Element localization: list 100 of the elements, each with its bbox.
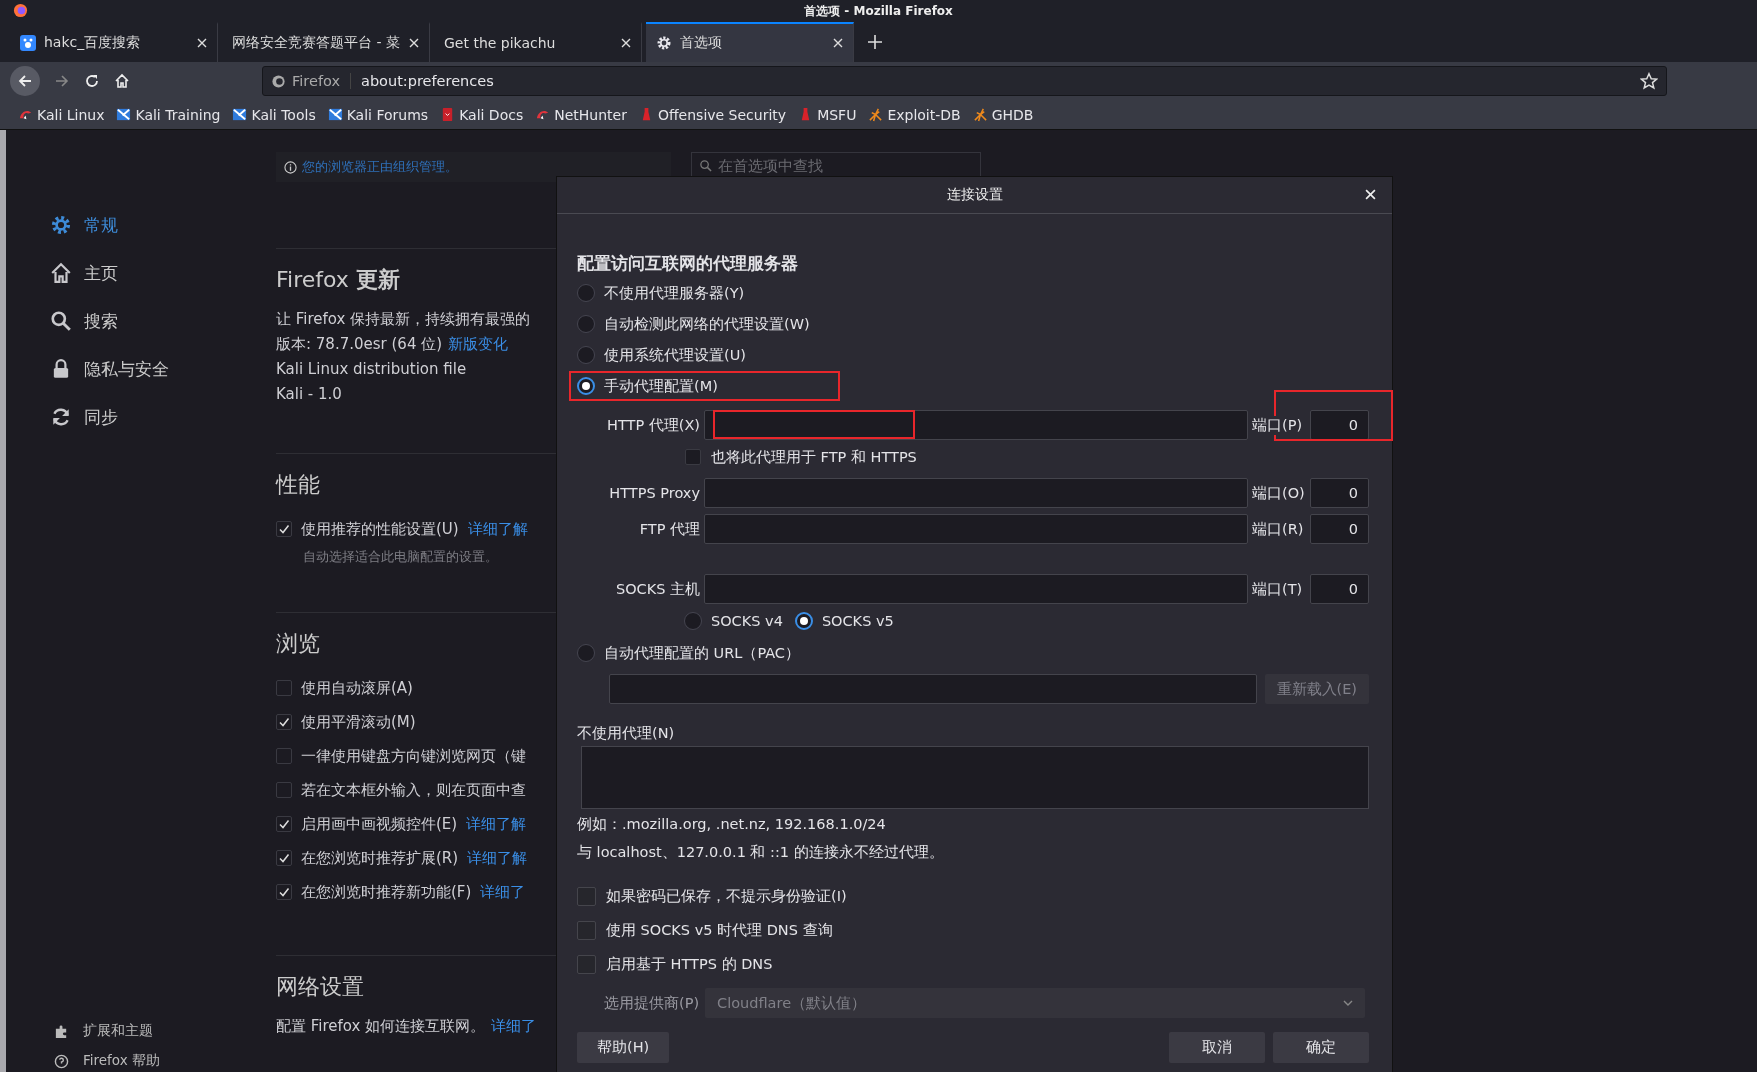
checkbox-label: 在您浏览时推荐扩展(R): [301, 848, 459, 868]
bookmark-item[interactable]: Offensive Security: [638, 106, 787, 123]
field-label: 端口(O): [1252, 483, 1306, 503]
sidebar-item[interactable]: 搜索: [50, 306, 276, 336]
field-label: HTTP 代理(X): [606, 415, 700, 435]
bookmark-item[interactable]: NetHunter: [535, 106, 627, 123]
section-heading: Firefox 更新: [276, 266, 401, 294]
field-label: 选用提供商(P): [604, 993, 700, 1013]
input-field[interactable]: [704, 478, 1248, 508]
port-field[interactable]: 0: [1310, 574, 1369, 604]
info-text: Kali Linux distribution file: [276, 359, 467, 380]
checkbox-label: 启用基于 HTTPS 的 DNS: [606, 955, 773, 974]
info-text: Kali - 1.0: [276, 384, 342, 405]
learn-more-link[interactable]: 详细了解: [467, 848, 528, 868]
close-icon[interactable]: [409, 38, 419, 48]
radio-button[interactable]: [577, 377, 595, 395]
checkbox[interactable]: [685, 449, 701, 465]
port-field[interactable]: 0: [1310, 410, 1369, 440]
bookmark-item[interactable]: Kali Docs: [440, 106, 524, 123]
close-icon[interactable]: [197, 38, 207, 48]
spider-icon: [868, 107, 884, 122]
cancel-button[interactable]: 取消: [1169, 1032, 1265, 1063]
home-icon: [50, 262, 72, 284]
bookmark-item[interactable]: Kali Training: [116, 106, 221, 123]
hint-text: 自动选择适合此电脑配置的设置。: [302, 548, 499, 566]
checkbox-label: 启用画中画视频控件(E): [301, 814, 458, 834]
dialog-title: 连接设置: [946, 186, 1003, 204]
port-field[interactable]: 0: [1310, 514, 1369, 544]
checkbox[interactable]: [276, 782, 292, 798]
checkbox[interactable]: [276, 521, 292, 537]
info-text: 与 localhost、127.0.0.1 和 ::1 的连接永不经过代理。: [577, 843, 945, 862]
learn-more-link[interactable]: 详细了解: [467, 519, 528, 539]
sidebar-footer-item[interactable]: 扩展和主题: [54, 1022, 276, 1040]
checkbox[interactable]: [276, 714, 292, 730]
bookmark-item[interactable]: Exploit-DB: [868, 106, 961, 123]
browser-tab[interactable]: 首选项: [646, 22, 854, 62]
search-icon: [699, 159, 712, 172]
checkbox-label: 一律使用键盘方向键浏览网页（键: [301, 746, 526, 766]
url-text: about:preferences: [360, 73, 495, 89]
url-field[interactable]: [609, 674, 1257, 704]
close-icon[interactable]: [1365, 189, 1376, 200]
help-icon: [54, 1053, 69, 1069]
plus-icon[interactable]: [868, 35, 882, 49]
sidebar-item[interactable]: 常规: [50, 210, 276, 240]
help-button[interactable]: 帮助(H): [577, 1032, 670, 1063]
learn-more-link[interactable]: 详细了: [491, 1014, 537, 1039]
checkbox-label: 使用推荐的性能设置(U): [301, 519, 459, 539]
field-label: 不使用代理(N): [577, 724, 676, 743]
checkbox-label: 使用平滑滚动(M): [301, 712, 416, 732]
port-field[interactable]: 0: [1310, 478, 1369, 508]
bookmark-item[interactable]: Kali Linux: [18, 106, 105, 123]
window-title: 首选项 - Mozilla Firefox: [804, 2, 953, 20]
checkbox-label: 使用自动滚屏(A): [301, 678, 413, 698]
bookmark-item[interactable]: MSFU: [798, 106, 857, 123]
learn-more-link[interactable]: 详细了解: [466, 814, 527, 834]
address-bar[interactable]: Firefox about:preferences: [262, 66, 1667, 96]
bookmark-item[interactable]: GHDB: [972, 106, 1034, 123]
checkbox[interactable]: [577, 887, 596, 906]
sidebar-footer-item[interactable]: Firefox 帮助: [54, 1052, 276, 1070]
radio-button[interactable]: [577, 284, 595, 302]
sidebar-item[interactable]: 主页: [50, 258, 276, 288]
input-field[interactable]: [704, 574, 1248, 604]
checkbox[interactable]: [276, 884, 292, 900]
checkbox[interactable]: [276, 680, 292, 696]
radio-label: SOCKS v4: [711, 613, 783, 629]
field-label: HTTPS Proxy: [608, 485, 700, 501]
forward-icon[interactable]: [54, 73, 70, 89]
radio-button[interactable]: [684, 612, 702, 630]
close-icon[interactable]: [833, 38, 843, 48]
input-field[interactable]: [704, 514, 1248, 544]
radio-button[interactable]: [794, 612, 813, 630]
reload-icon[interactable]: [84, 73, 100, 89]
port-value: 0: [1348, 521, 1358, 537]
bookmark-item[interactable]: Kali Tools: [232, 106, 316, 123]
checkbox-label: 使用 SOCKS v5 时代理 DNS 查询: [606, 921, 833, 940]
no-proxy-field[interactable]: [581, 746, 1369, 809]
bookmark-item[interactable]: Kali Forums: [327, 106, 429, 123]
section-heading: 配置访问互联网的代理服务器: [577, 253, 799, 275]
port-value: 0: [1348, 485, 1358, 501]
input-field[interactable]: [704, 410, 1248, 440]
home-icon[interactable]: [114, 73, 130, 89]
checkbox[interactable]: [577, 921, 596, 940]
radio-button[interactable]: [577, 315, 595, 333]
radio-label: 自动检测此网络的代理设置(W): [604, 314, 810, 334]
close-icon[interactable]: [621, 38, 631, 48]
field-label: 端口(R): [1252, 519, 1306, 539]
learn-more-link[interactable]: 新版变化: [448, 332, 509, 357]
radio-button[interactable]: [577, 346, 595, 364]
checkbox[interactable]: [276, 748, 292, 764]
back-button[interactable]: [10, 66, 40, 96]
sidebar-item[interactable]: 隐私与安全: [50, 354, 276, 384]
firefox-logo-icon: [13, 3, 28, 18]
sidebar-item[interactable]: 同步: [50, 402, 276, 432]
checkbox[interactable]: [577, 955, 596, 974]
section-heading: 网络设置: [276, 973, 365, 1001]
checkbox[interactable]: [276, 850, 292, 866]
checkbox[interactable]: [276, 816, 292, 832]
star-icon[interactable]: [1640, 72, 1658, 90]
learn-more-link[interactable]: 详细了: [480, 882, 526, 902]
ok-button[interactable]: 确定: [1273, 1032, 1369, 1063]
